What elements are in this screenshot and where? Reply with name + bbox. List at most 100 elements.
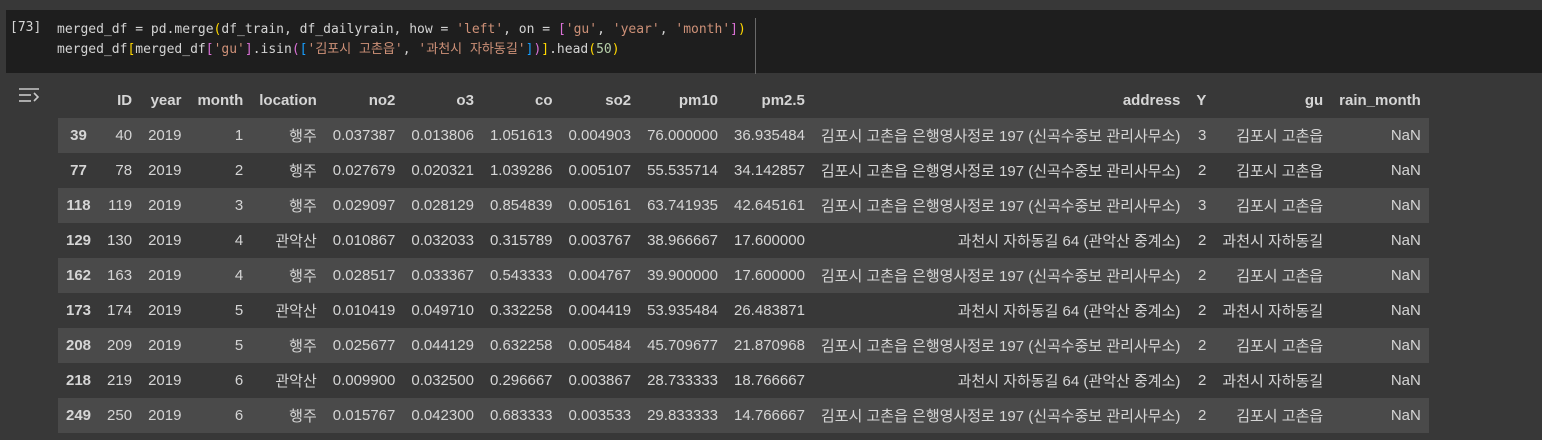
row-index: 162 bbox=[66, 267, 92, 284]
table-row: 39 40 2019 1 행주 0.037387 0.013806 1.051613 0.004… bbox=[58, 118, 1429, 153]
table-header-row: ID year month location no2 o3 co so2 pm10 pm2.5 ad… bbox=[58, 83, 1429, 118]
column-header: no2 bbox=[368, 92, 396, 109]
table-cell: 관악산 bbox=[275, 303, 317, 320]
code-token: , on = bbox=[503, 22, 558, 37]
table-cell: 0.015767 bbox=[332, 407, 396, 424]
table-cell: 36.935484 bbox=[734, 127, 805, 144]
code-token: ( bbox=[291, 42, 300, 57]
table-cell: 0.032500 bbox=[411, 372, 474, 389]
table-cell: 34.142857 bbox=[734, 162, 805, 179]
output-toggle-icon[interactable] bbox=[17, 86, 41, 106]
table-cell: 4 bbox=[234, 267, 244, 284]
table-cell: 0.854839 bbox=[489, 197, 553, 214]
table-cell: 김포시 고촌읍 은행영사정로 197 (신곡수중보 관리사무소) bbox=[820, 268, 1181, 285]
code-line-2[interactable]: merged_df[merged_df['gu'].isin(['김포시 고촌읍… bbox=[57, 40, 620, 60]
code-token: 'year' bbox=[612, 22, 660, 37]
table-cell: NaN bbox=[1390, 127, 1421, 144]
code-token: 'left' bbox=[456, 22, 504, 37]
code-token: 'gu' bbox=[213, 42, 245, 57]
table-cell: 2 bbox=[234, 162, 244, 179]
code-token: ) bbox=[738, 22, 746, 37]
table-cell: 행주 bbox=[289, 128, 317, 145]
table-cell: 과천시 자하동길 64 (관악산 중계소) bbox=[957, 233, 1181, 250]
table-cell: 0.037387 bbox=[332, 127, 396, 144]
table-cell: 29.833333 bbox=[647, 407, 718, 424]
table-cell: 0.028517 bbox=[332, 267, 396, 284]
table-cell: 78 bbox=[115, 162, 133, 179]
row-index: 118 bbox=[66, 197, 91, 214]
table-cell: 0.332258 bbox=[489, 302, 553, 319]
code-token: , bbox=[402, 42, 419, 57]
table-cell: NaN bbox=[1390, 372, 1421, 389]
code-token: ) bbox=[611, 42, 620, 57]
table-cell: 0.003867 bbox=[568, 372, 632, 389]
table-cell: 17.600000 bbox=[734, 232, 805, 249]
table-cell: 130 bbox=[107, 232, 133, 249]
table-cell: 김포시 고촌읍 은행영사정로 197 (신곡수중보 관리사무소) bbox=[820, 198, 1181, 215]
row-index: 77 bbox=[70, 162, 87, 179]
table-cell: 0.005107 bbox=[568, 162, 632, 179]
row-index: 39 bbox=[70, 127, 87, 144]
table-cell: 2 bbox=[1198, 372, 1207, 389]
text-cursor bbox=[755, 18, 756, 74]
table-row: 129 130 2019 4 관악산 0.010867 0.032033 0.315789 0.… bbox=[58, 223, 1429, 258]
table-cell: 17.600000 bbox=[734, 267, 805, 284]
table-cell: 0.027679 bbox=[332, 162, 396, 179]
code-line-1[interactable]: merged_df = pd.merge(df_train, df_dailyr… bbox=[57, 20, 746, 40]
table-cell: 0.315789 bbox=[489, 232, 553, 249]
column-header: o3 bbox=[456, 92, 474, 109]
table-cell: 0.005161 bbox=[568, 197, 632, 214]
code-token: merged_df bbox=[57, 42, 128, 57]
table-cell: 과천시 자하동길 64 (관악산 중계소) bbox=[957, 303, 1181, 320]
table-cell: 5 bbox=[234, 302, 244, 319]
table-cell: 김포시 고촌읍 은행영사정로 197 (신곡수중보 관리사무소) bbox=[820, 163, 1181, 180]
table-cell: 행주 bbox=[289, 198, 317, 215]
table-cell: 1 bbox=[234, 127, 244, 144]
table-cell: 0.013806 bbox=[411, 127, 474, 144]
table-cell: 0.632258 bbox=[489, 337, 553, 354]
table-cell: NaN bbox=[1390, 232, 1421, 249]
table-cell: 40 bbox=[115, 127, 133, 144]
table-cell: 63.741935 bbox=[647, 197, 718, 214]
code-token: .isin bbox=[252, 42, 292, 57]
row-index: 218 bbox=[66, 372, 92, 389]
column-header: month bbox=[197, 92, 244, 109]
table-cell: 0.296667 bbox=[489, 372, 553, 389]
code-token: df_train, df_dailyrain, how = bbox=[221, 22, 457, 37]
column-header: ID bbox=[117, 92, 133, 109]
table-cell: 관악산 bbox=[275, 233, 317, 250]
table-cell: 0.003533 bbox=[568, 407, 632, 424]
table-cell: 2 bbox=[1198, 232, 1207, 249]
column-header: pm10 bbox=[678, 92, 718, 109]
code-token: ] bbox=[244, 42, 253, 57]
code-token: 'gu' bbox=[565, 22, 598, 37]
table-cell: 209 bbox=[107, 337, 133, 354]
code-editor[interactable]: merged_df = pd.merge ( df_train, df_dailyr… bbox=[6, 10, 1542, 74]
table-cell: 39.900000 bbox=[647, 267, 718, 284]
code-token: merged_df = pd.merge bbox=[57, 22, 214, 37]
table-cell: 과천시 자하동길 bbox=[1222, 233, 1324, 250]
table-cell: 38.966667 bbox=[647, 232, 718, 249]
column-header: location bbox=[259, 92, 317, 109]
table-cell: 14.766667 bbox=[734, 407, 805, 424]
table-cell: 0.049710 bbox=[411, 302, 474, 319]
code-token: merged_df bbox=[135, 42, 206, 57]
table-row: 249 250 2019 6 행주 0.015767 0.042300 0.683333 0.0… bbox=[58, 398, 1429, 433]
row-index: 173 bbox=[66, 302, 92, 319]
table-row: 118 119 2019 3 행주 0.029097 0.028129 0.854839 0.0… bbox=[58, 188, 1429, 223]
table-cell: 0.042300 bbox=[411, 407, 474, 424]
table-cell: 행주 bbox=[289, 338, 317, 355]
table-cell: 28.733333 bbox=[647, 372, 718, 389]
table-cell: 0.033367 bbox=[411, 267, 474, 284]
code-cell[interactable]: merged_df = pd.merge ( df_train, df_dailyr… bbox=[0, 0, 1542, 78]
table-cell: 219 bbox=[107, 372, 133, 389]
table-cell: 250 bbox=[107, 407, 133, 424]
column-header: so2 bbox=[605, 92, 632, 109]
table-cell: 1.039286 bbox=[489, 162, 553, 179]
table-cell: 4 bbox=[234, 232, 244, 249]
table-row: 173 174 2019 5 관악산 0.010419 0.049710 0.332258 0.… bbox=[58, 293, 1429, 328]
table-cell: 163 bbox=[107, 267, 133, 284]
table-cell: 0.029097 bbox=[332, 197, 396, 214]
column-header: Y bbox=[1196, 92, 1207, 109]
table-cell: NaN bbox=[1390, 302, 1421, 319]
